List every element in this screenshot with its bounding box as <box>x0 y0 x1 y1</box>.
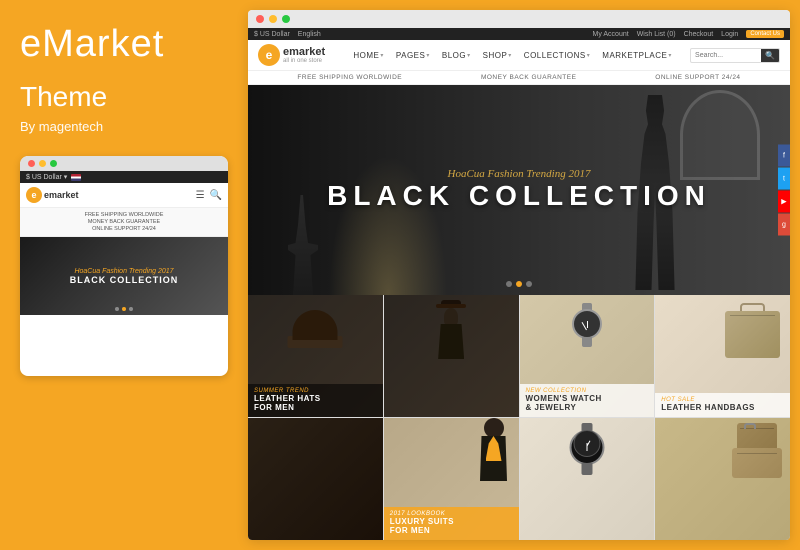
nav-blog[interactable]: BLOG ▾ <box>436 51 477 60</box>
product-cell-hats[interactable]: Summer Trend LEATHER HATSFOR MEN <box>248 295 383 417</box>
product-label-bags: Hot Sale LEATHER HANDBAGS <box>655 393 790 417</box>
mobile-topbar-left: $ US Dollar ▾ <box>26 173 81 181</box>
nav-links: HOME ▾ PAGES ▾ BLOG ▾ SHOP ▾ COLLECTIONS… <box>335 51 690 60</box>
left-panel: eMarket Theme By magentech $ US Dollar ▾… <box>0 0 248 550</box>
topbar-account[interactable]: My Account <box>593 31 629 38</box>
topbar-left: $ US Dollar English <box>254 31 321 38</box>
topbar-language[interactable]: English <box>298 31 321 38</box>
shipping-item-1: FREE SHIPPING WORLDWIDE <box>297 74 402 81</box>
desktop-hero: HoaCua Fashion Trending 2017 BLACK COLLE… <box>248 85 790 295</box>
product-label-hats: Summer Trend LEATHER HATSFOR MEN <box>248 384 383 417</box>
shipping-strip: FREE SHIPPING WORLDWIDE MONEY BACK GUARA… <box>248 71 790 85</box>
topbar-right: My Account Wish List (0) Checkout Login … <box>593 30 785 38</box>
nav-shop[interactable]: SHOP ▾ <box>477 51 518 60</box>
topbar-badge[interactable]: Contact Us <box>746 30 784 38</box>
mobile-preview: $ US Dollar ▾ e emarket ☰ 🔍 FREE SHIPPIN… <box>20 156 228 376</box>
mobile-hero: HoaCua Fashion Trending 2017 BLACK COLLE… <box>20 237 228 315</box>
hero-dot-2-active <box>122 307 126 311</box>
shipping-item-3: ONLINE SUPPORT 24/24 <box>655 74 740 81</box>
mobile-hero-cursive: HoaCua Fashion Trending 2017 <box>70 268 179 275</box>
shipping-item-2: MONEY BACK GUARANTEE <box>481 74 576 81</box>
desktop-topbar: $ US Dollar English My Account Wish List… <box>248 28 790 40</box>
dot-green <box>50 160 57 167</box>
win-dot-yellow <box>269 15 277 23</box>
product-cell-watch2[interactable] <box>520 418 655 540</box>
mobile-hero-dots <box>115 307 133 311</box>
nav-logo-e: e <box>266 48 273 62</box>
nav-logo: e emarket all in one store <box>258 44 325 66</box>
product-cell-suit-bg[interactable] <box>248 418 383 540</box>
mobile-topbar: $ US Dollar ▾ <box>20 171 228 183</box>
hero-slider-dots <box>506 281 532 287</box>
product-cell-2[interactable] <box>384 295 519 417</box>
desktop-nav: e emarket all in one store HOME ▾ PAGES … <box>248 40 790 71</box>
product-title-hats: LEATHER HATSFOR MEN <box>254 394 377 413</box>
product-grid: Summer Trend LEATHER HATSFOR MEN <box>248 295 790 540</box>
product-title-bags: LEATHER HANDBAGS <box>661 403 784 413</box>
product-cell-bags2[interactable] <box>655 418 790 540</box>
mobile-logo-name: emarket <box>44 190 79 200</box>
youtube-btn[interactable]: ▶ <box>778 191 790 213</box>
nav-logo-text-block: emarket all in one store <box>283 47 325 64</box>
nav-pages[interactable]: PAGES ▾ <box>390 51 436 60</box>
nav-search[interactable]: 🔍 <box>690 48 780 63</box>
nav-logo-name: emarket <box>283 47 325 58</box>
product-label-watches: New Collection WOMEN'S WATCH& JEWELRY <box>520 384 655 417</box>
win-dot-red <box>256 15 264 23</box>
search-input[interactable] <box>691 50 761 61</box>
flag-icon <box>71 174 81 181</box>
hero-dot-1 <box>115 307 119 311</box>
product-label-suits: 2017 Lookbook LUXURY SUITSFOR MEN <box>384 507 519 540</box>
mobile-logo-icon: e <box>26 187 42 203</box>
twitter-btn[interactable]: t <box>778 168 790 190</box>
mobile-logo-e: e <box>31 190 36 200</box>
hero-cursive-text: HoaCua Fashion Trending 2017 <box>327 168 711 180</box>
mobile-nav: e emarket ☰ 🔍 <box>20 183 228 208</box>
facebook-btn[interactable]: f <box>778 145 790 167</box>
slider-dot-2-active[interactable] <box>516 281 522 287</box>
nav-home[interactable]: HOME ▾ <box>347 51 390 60</box>
mobile-logo: e emarket <box>26 187 79 203</box>
right-panel: $ US Dollar English My Account Wish List… <box>248 10 790 540</box>
hero-main-text: BLACK COLLECTION <box>327 180 711 212</box>
mobile-shipping-bar: FREE SHIPPING WORLDWIDE MONEY BACK GUARA… <box>20 208 228 237</box>
topbar-wishlist[interactable]: Wish List (0) <box>637 31 676 38</box>
window-dots <box>20 156 228 171</box>
slider-dot-3[interactable] <box>526 281 532 287</box>
product-cell-bags[interactable]: Hot Sale LEATHER HANDBAGS <box>655 295 790 417</box>
mobile-currency: $ US Dollar ▾ <box>26 173 67 181</box>
google-btn[interactable]: g <box>778 214 790 236</box>
hero-side-buttons: f t ▶ g <box>778 145 790 236</box>
topbar-login[interactable]: Login <box>721 31 738 38</box>
mobile-shipping-2: MONEY BACK GUARANTEE <box>26 219 222 225</box>
nav-logo-icon: e <box>258 44 280 66</box>
mobile-hero-text: HoaCua Fashion Trending 2017 BLACK COLLE… <box>70 268 179 285</box>
theme-label: Theme <box>20 80 228 114</box>
mobile-shipping-1: FREE SHIPPING WORLDWIDE <box>26 212 222 218</box>
mobile-hero-main: BLACK COLLECTION <box>70 275 179 285</box>
mobile-nav-icons: ☰ 🔍 <box>196 190 222 201</box>
nav-collections[interactable]: COLLECTIONS ▾ <box>518 51 596 60</box>
mobile-menu-icon[interactable]: ☰ <box>196 190 205 201</box>
product-cell-suits[interactable]: 2017 Lookbook LUXURY SUITSFOR MEN <box>384 418 519 540</box>
nav-logo-sub: all in one store <box>283 58 325 64</box>
hero-content: HoaCua Fashion Trending 2017 BLACK COLLE… <box>327 168 711 212</box>
product-title-watches: WOMEN'S WATCH& JEWELRY <box>526 394 649 413</box>
slider-dot-1[interactable] <box>506 281 512 287</box>
dot-yellow <box>39 160 46 167</box>
mobile-search-icon[interactable]: 🔍 <box>210 190 222 201</box>
search-button[interactable]: 🔍 <box>761 49 779 62</box>
window-chrome <box>248 10 790 28</box>
topbar-currency[interactable]: $ US Dollar <box>254 31 290 38</box>
dot-red <box>28 160 35 167</box>
product-title-suits: LUXURY SUITSFOR MEN <box>390 517 513 536</box>
mobile-shipping-3: ONLINE SUPPORT 24/24 <box>26 226 222 232</box>
hero-dot-3 <box>129 307 133 311</box>
product-cell-watches[interactable]: New Collection WOMEN'S WATCH& JEWELRY <box>520 295 655 417</box>
brand-name: eMarket <box>20 24 228 66</box>
nav-marketplace[interactable]: MARKETPLACE ▾ <box>596 51 678 60</box>
win-dot-green <box>282 15 290 23</box>
topbar-checkout[interactable]: Checkout <box>684 31 714 38</box>
by-label: By magentech <box>20 119 228 134</box>
